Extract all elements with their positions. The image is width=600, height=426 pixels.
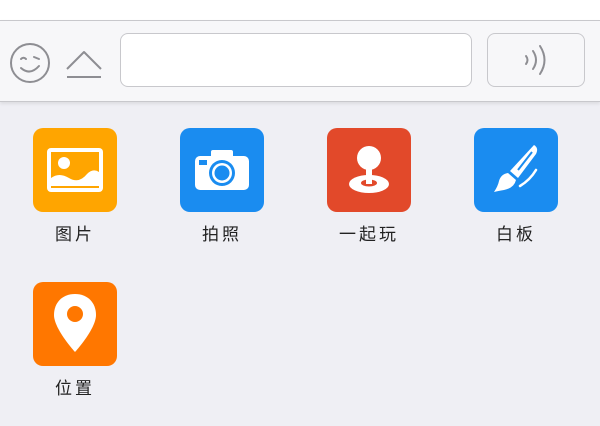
message-input[interactable]	[120, 33, 472, 87]
voice-waves-icon	[525, 45, 546, 75]
app-item-camera[interactable]: 拍照	[157, 128, 287, 258]
smiley-face-icon	[10, 43, 50, 83]
voice-button[interactable]	[487, 33, 585, 87]
app-label: 位置	[55, 379, 95, 399]
more-panel-button[interactable]	[62, 41, 106, 85]
app-label: 一起玩	[339, 225, 399, 245]
joystick-icon	[349, 146, 389, 193]
input-toolbar	[0, 20, 600, 102]
app-icon-tile	[474, 128, 558, 212]
camera-icon	[195, 150, 249, 190]
picture-icon	[47, 148, 103, 192]
app-icon-tile	[33, 128, 117, 212]
app-icon-tile	[180, 128, 264, 212]
app-icon-tile	[33, 282, 117, 366]
app-label: 拍照	[202, 225, 242, 245]
app-label: 图片	[55, 225, 95, 245]
app-item-play-together[interactable]: 一起玩	[304, 128, 434, 258]
app-item-location[interactable]: 位置	[10, 282, 140, 412]
eject-up-arrow-icon	[66, 51, 102, 78]
location-pin-icon	[54, 294, 96, 352]
paintbrush-icon	[494, 145, 538, 192]
app-item-picture[interactable]: 图片	[10, 128, 140, 258]
emoji-button[interactable]	[8, 41, 52, 85]
app-icon-tile	[327, 128, 411, 212]
app-label: 白板	[496, 225, 536, 245]
app-item-whiteboard[interactable]: 白板	[451, 128, 581, 258]
top-strip	[0, 0, 600, 20]
